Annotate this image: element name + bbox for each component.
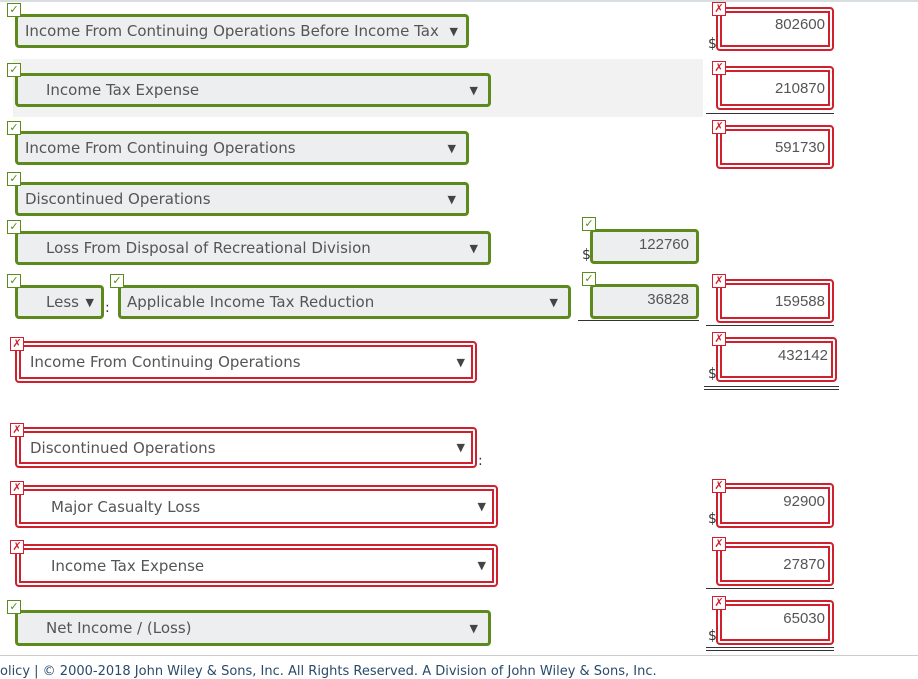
line-item-select-9[interactable]: Major Casualty Loss ▼ bbox=[15, 485, 498, 528]
amount-input-9[interactable] bbox=[716, 483, 834, 528]
select-value: Income Tax Expense bbox=[51, 556, 205, 575]
chevron-down-icon: ▼ bbox=[477, 500, 486, 513]
line-item-select-3[interactable]: Income From Continuing Operations ▼ bbox=[15, 131, 469, 165]
chevron-down-icon: ▼ bbox=[469, 83, 478, 97]
chevron-down-icon: ▼ bbox=[456, 355, 465, 369]
chevron-down-icon: ▼ bbox=[447, 141, 456, 155]
select-value: Income From Continuing Operations bbox=[30, 353, 301, 371]
correct-check-icon: ✓ bbox=[7, 121, 21, 135]
select-value: Discontinued Operations bbox=[30, 438, 216, 457]
footer-copyright: olicy | © 2000-2018 John Wiley & Sons, I… bbox=[0, 664, 657, 679]
total-input-6[interactable] bbox=[716, 279, 834, 323]
chevron-down-icon: ▼ bbox=[549, 295, 558, 309]
incorrect-x-icon: ✗ bbox=[712, 2, 726, 16]
incorrect-x-icon: ✗ bbox=[10, 481, 24, 495]
correct-check-icon: ✓ bbox=[582, 217, 596, 231]
amount-input-1[interactable] bbox=[716, 7, 834, 51]
chevron-down-icon: ▼ bbox=[477, 559, 486, 572]
chevron-down-icon: ▼ bbox=[449, 24, 458, 38]
correct-check-icon: ✓ bbox=[110, 274, 124, 288]
amount-input-11[interactable] bbox=[716, 600, 834, 645]
line-item-select-6[interactable]: Applicable Income Tax Reduction ▼ bbox=[118, 285, 571, 319]
correct-check-icon: ✓ bbox=[7, 172, 21, 186]
chevron-down-icon: ▼ bbox=[469, 621, 478, 635]
line-item-select-8[interactable]: Discontinued Operations ▼ bbox=[15, 427, 477, 468]
incorrect-x-icon: ✗ bbox=[712, 596, 726, 610]
correct-check-icon: ✓ bbox=[7, 220, 21, 234]
correct-check-icon: ✓ bbox=[7, 274, 21, 288]
chevron-down-icon: ▼ bbox=[456, 441, 465, 454]
line-item-select-2[interactable]: Income Tax Expense ▼ bbox=[15, 73, 491, 107]
correct-check-icon: ✓ bbox=[7, 3, 21, 17]
double-underline bbox=[706, 647, 834, 651]
dollar-sign: $ bbox=[708, 628, 717, 644]
line-item-select-4[interactable]: Discontinued Operations ▼ bbox=[15, 182, 469, 216]
chevron-down-icon: ▼ bbox=[469, 241, 478, 255]
select-value: Less bbox=[46, 293, 79, 311]
chevron-down-icon: ▼ bbox=[85, 295, 94, 309]
underline bbox=[578, 320, 699, 321]
correct-check-icon: ✓ bbox=[582, 272, 596, 286]
correct-check-icon: ✓ bbox=[7, 63, 21, 77]
footer-divider bbox=[0, 655, 918, 656]
dollar-sign: $ bbox=[708, 511, 717, 527]
colon: : bbox=[478, 453, 483, 469]
amount-input-7[interactable] bbox=[716, 337, 837, 382]
underline bbox=[706, 325, 834, 326]
underline bbox=[706, 588, 834, 589]
incorrect-x-icon: ✗ bbox=[712, 120, 726, 134]
select-value: Net Income / (Loss) bbox=[46, 619, 192, 637]
amount-input-3[interactable] bbox=[716, 125, 834, 169]
select-value: Discontinued Operations bbox=[25, 190, 211, 208]
incorrect-x-icon: ✗ bbox=[712, 274, 726, 288]
correct-check-icon: ✓ bbox=[7, 600, 21, 614]
dollar-sign: $ bbox=[708, 36, 717, 52]
less-select[interactable]: Less ▼ bbox=[15, 285, 104, 319]
amount-input-5[interactable] bbox=[590, 229, 699, 264]
select-value: Loss From Disposal of Recreational Divis… bbox=[46, 239, 371, 257]
line-item-select-7[interactable]: Income From Continuing Operations ▼ bbox=[15, 341, 477, 383]
select-value: Income From Continuing Operations Before… bbox=[25, 22, 439, 40]
colon: : bbox=[105, 300, 110, 316]
incorrect-x-icon: ✗ bbox=[10, 540, 24, 554]
dollar-sign: $ bbox=[582, 247, 591, 263]
line-item-select-11[interactable]: Net Income / (Loss) ▼ bbox=[15, 610, 491, 646]
amount-input-6[interactable] bbox=[590, 284, 699, 319]
line-item-select-1[interactable]: Income From Continuing Operations Before… bbox=[15, 14, 469, 48]
select-value: Major Casualty Loss bbox=[51, 497, 201, 516]
amount-input-10[interactable] bbox=[716, 542, 834, 586]
amount-input-2[interactable] bbox=[716, 66, 834, 110]
line-item-select-10[interactable]: Income Tax Expense ▼ bbox=[15, 544, 498, 587]
dollar-sign: $ bbox=[708, 366, 717, 382]
incorrect-x-icon: ✗ bbox=[10, 423, 24, 437]
incorrect-x-icon: ✗ bbox=[712, 537, 726, 551]
incorrect-x-icon: ✗ bbox=[712, 479, 726, 493]
select-value: Income From Continuing Operations bbox=[25, 139, 296, 157]
line-item-select-5[interactable]: Loss From Disposal of Recreational Divis… bbox=[15, 231, 491, 265]
top-divider bbox=[0, 0, 918, 2]
double-underline bbox=[704, 386, 839, 390]
select-value: Applicable Income Tax Reduction bbox=[127, 293, 375, 311]
underline bbox=[706, 113, 834, 114]
select-value: Income Tax Expense bbox=[46, 81, 200, 99]
chevron-down-icon: ▼ bbox=[447, 192, 456, 206]
incorrect-x-icon: ✗ bbox=[10, 337, 24, 351]
incorrect-x-icon: ✗ bbox=[712, 332, 726, 346]
incorrect-x-icon: ✗ bbox=[712, 61, 726, 75]
